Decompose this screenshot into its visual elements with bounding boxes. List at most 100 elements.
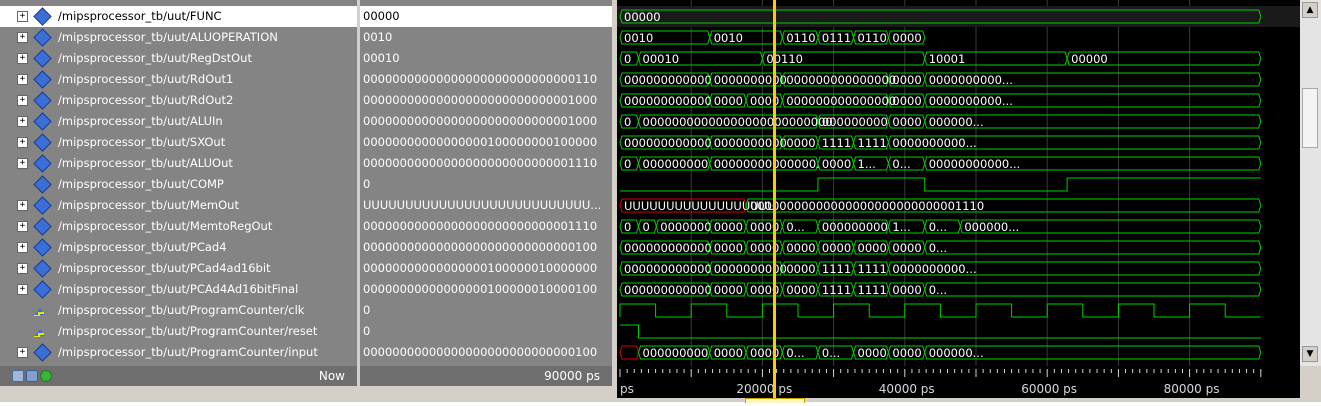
signal-value-row[interactable]: 00000000000000000000000000001110	[360, 153, 612, 174]
signal-row[interactable]: + /mipsprocessor_tb/uut/RegDstOut	[0, 48, 357, 69]
signal-value-row[interactable]: 00000000000000000100000010000000	[360, 258, 612, 279]
signal-value-row[interactable]: 0	[360, 174, 612, 195]
signal-row[interactable]: /mipsprocessor_tb/uut/ProgramCounter/res…	[0, 321, 357, 342]
bus-value-label: 1111	[858, 283, 887, 297]
bus-value-label: 1111	[822, 136, 851, 150]
signal-diamond-icon	[33, 49, 52, 68]
signal-row[interactable]: + /mipsprocessor_tb/uut/MemtoRegOut	[0, 216, 357, 237]
bit-waveform	[620, 177, 1261, 192]
expand-icon[interactable]: +	[17, 200, 28, 211]
signal-value: 00000000000000000000000000000100	[363, 240, 598, 254]
signal-row[interactable]: + /mipsprocessor_tb/uut/PCAd4Ad16bitFinal	[0, 279, 357, 300]
bus-value-label: 0000	[714, 94, 743, 108]
time-axis-canvas: ps 20000 ps 40000 ps 60000 ps 80000 ps	[617, 366, 1300, 402]
signal-name: /mipsprocessor_tb/uut/MemtoRegOut	[58, 219, 273, 233]
scroll-down-arrow-icon[interactable]: ▼	[1302, 346, 1318, 362]
bus-value-label: 000000000000	[624, 94, 712, 108]
bus-value-label: 0000	[786, 283, 815, 297]
signal-name: /mipsprocessor_tb/uut/ProgramCounter/res…	[58, 324, 318, 338]
add-cursor-icon[interactable]	[40, 370, 52, 382]
expand-icon[interactable]: +	[17, 263, 28, 274]
signal-row[interactable]: + /mipsprocessor_tb/uut/ProgramCounter/in…	[0, 342, 357, 363]
zoom-icon[interactable]	[12, 370, 24, 382]
signal-row[interactable]: + /mipsprocessor_tb/uut/PCad4ad16bit	[0, 258, 357, 279]
signal-value-row[interactable]: 00000000000000000000000000001000	[360, 111, 612, 132]
expand-icon[interactable]: +	[17, 32, 28, 43]
signal-value: 00000	[363, 9, 400, 23]
signal-row[interactable]: + /mipsprocessor_tb/uut/ALUOPERATION	[0, 27, 357, 48]
bus-value-label: 00000	[1071, 52, 1108, 66]
signal-diamond-icon	[33, 112, 52, 131]
bus-value-label: 000000000000000	[786, 94, 896, 108]
signal-diamond-icon	[33, 343, 52, 362]
signal-row[interactable]: + /mipsprocessor_tb/uut/MemOut	[0, 195, 357, 216]
signal-value-row[interactable]: UUUUUUUUUUUUUUUUUUUUUUUUUUU...	[360, 195, 612, 216]
bus-value-label: 0000	[714, 241, 743, 255]
expand-icon[interactable]: +	[17, 11, 28, 22]
scroll-thumb[interactable]	[1302, 88, 1318, 148]
bus-value-label: 00000000000000.	[714, 157, 820, 171]
signal-value-row[interactable]: 00000	[360, 6, 612, 27]
signal-value-row[interactable]: 00000000000000000000000000001110	[360, 216, 612, 237]
expand-icon[interactable]: +	[17, 74, 28, 85]
signal-value-row[interactable]: 00000000000000000100000010000100	[360, 279, 612, 300]
expand-icon[interactable]: +	[17, 158, 28, 169]
signal-name: /mipsprocessor_tb/uut/ALUIn	[58, 114, 223, 128]
waveform-pane[interactable]: 00000 0010 0010 0110 0111 0110 0000 0 00010 00110…	[617, 0, 1300, 366]
bus-value-label: 0000	[858, 346, 887, 360]
signal-value-row[interactable]: 00000000000000000000000000000100	[360, 342, 612, 363]
signal-value: 00000000000000000100000010000100	[363, 282, 598, 296]
expand-icon[interactable]: +	[17, 284, 28, 295]
signal-name: /mipsprocessor_tb/uut/RegDstOut	[58, 51, 252, 65]
expand-icon[interactable]: +	[17, 242, 28, 253]
wave-window-icon[interactable]	[26, 370, 38, 382]
signal-diamond-icon	[33, 259, 52, 278]
expand-icon[interactable]: +	[17, 53, 28, 64]
bus-value-label: 0...	[929, 283, 947, 297]
expand-icon[interactable]: +	[17, 137, 28, 148]
signal-row[interactable]: + /mipsprocessor_tb/uut/RdOut2	[0, 90, 357, 111]
bus-value-label: 1111	[858, 136, 887, 150]
signal-value-row[interactable]: 0	[360, 321, 612, 342]
expand-icon[interactable]: +	[17, 95, 28, 106]
signal-value-row[interactable]: 00000000000000000000000000000110	[360, 69, 612, 90]
signal-name: /mipsprocessor_tb/uut/ALUOPERATION	[58, 30, 278, 44]
cursor-value-box[interactable]	[745, 398, 805, 403]
signal-value-row[interactable]: 0	[360, 300, 612, 321]
signal-value-row[interactable]: 00000000000000000100000000100000	[360, 132, 612, 153]
signal-diamond-icon	[33, 217, 52, 236]
scroll-up-arrow-icon[interactable]: ▲	[1302, 2, 1318, 18]
vertical-scrollbar[interactable]: ▲ ▼	[1300, 0, 1321, 366]
signal-row[interactable]: + /mipsprocessor_tb/uut/SXOut	[0, 132, 357, 153]
signal-value: 00000000000000000000000000001110	[363, 219, 598, 233]
signal-row[interactable]: + /mipsprocessor_tb/uut/RdOut1	[0, 69, 357, 90]
expand-icon[interactable]: +	[17, 347, 28, 358]
now-value: 90000 ps	[544, 369, 600, 383]
bus-segment	[619, 345, 640, 360]
signal-value-row[interactable]: 0010	[360, 27, 612, 48]
bus-value-label: 10001	[929, 52, 966, 66]
signal-row[interactable]: + /mipsprocessor_tb/uut/PCad4	[0, 237, 357, 258]
axis-tick-label: 60000 ps	[1021, 382, 1077, 396]
signal-row[interactable]: + /mipsprocessor_tb/uut/FUNC	[0, 6, 357, 27]
expand-icon[interactable]: +	[17, 221, 28, 232]
now-value-row: 90000 ps	[360, 366, 612, 386]
bus-value-label: 0010	[714, 31, 743, 45]
signal-name: /mipsprocessor_tb/uut/RdOut1	[58, 72, 234, 86]
expand-icon[interactable]: +	[17, 116, 28, 127]
signal-value-row[interactable]: 00000000000000000000000000001000	[360, 90, 612, 111]
bit-waveform	[620, 324, 1261, 339]
signal-row[interactable]: + /mipsprocessor_tb/uut/ALUIn	[0, 111, 357, 132]
bus-value-label: 0000000000...	[929, 73, 1013, 87]
signal-row[interactable]: /mipsprocessor_tb/uut/COMP	[0, 174, 357, 195]
signal-row[interactable]: + /mipsprocessor_tb/uut/ALUOut	[0, 153, 357, 174]
values-footer: 90000 ps	[360, 366, 612, 402]
signal-row[interactable]: /mipsprocessor_tb/uut/ProgramCounter/clk	[0, 300, 357, 321]
bus-value-label: 0...	[822, 346, 840, 360]
bus-value-label: 0110	[858, 31, 887, 45]
signal-diamond-icon	[33, 175, 52, 194]
signal-name: /mipsprocessor_tb/uut/MemOut	[58, 198, 239, 212]
input-signal-icon	[34, 329, 45, 337]
signal-value-row[interactable]: 00000000000000000000000000000100	[360, 237, 612, 258]
signal-value-row[interactable]: 00010	[360, 48, 612, 69]
